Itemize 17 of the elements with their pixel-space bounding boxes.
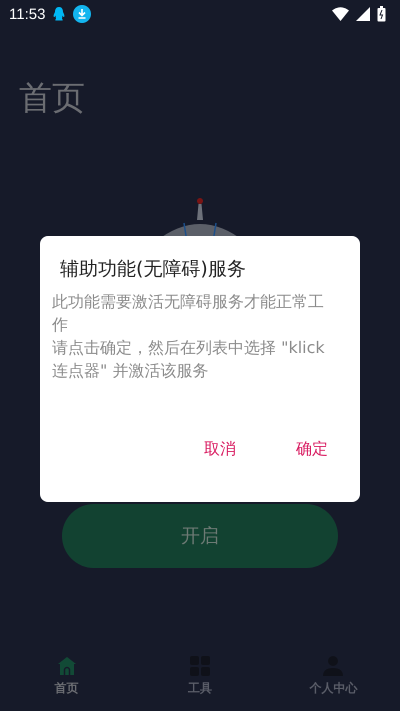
start-button[interactable]: 开启 xyxy=(62,504,338,568)
nav-tab[interactable]: 个人中心 xyxy=(288,656,378,697)
dialog-message: 请点击确定，然后在列表中选择 "klick连点器" 并激活该服务 xyxy=(52,337,326,382)
penguin-icon xyxy=(52,6,66,22)
dialog-message: 此功能需要激活无障碍服务才能正常工作 xyxy=(52,291,325,336)
status-time: 11:53 xyxy=(9,6,46,22)
dialog-title: 辅助功能(无障碍)服务 xyxy=(60,257,246,282)
signal-icon xyxy=(356,7,370,21)
download-icon xyxy=(73,5,92,23)
wifi-icon xyxy=(332,7,349,21)
home-icon xyxy=(56,656,77,676)
dialog-button[interactable]: 确定 xyxy=(286,435,338,464)
nav-tab[interactable]: 首页 xyxy=(22,656,112,697)
nav-tab[interactable]: 工具 xyxy=(154,656,245,697)
dialog-button[interactable]: 取消 xyxy=(194,435,246,464)
battery-icon xyxy=(377,6,386,22)
page-title: 首页 xyxy=(19,77,85,119)
